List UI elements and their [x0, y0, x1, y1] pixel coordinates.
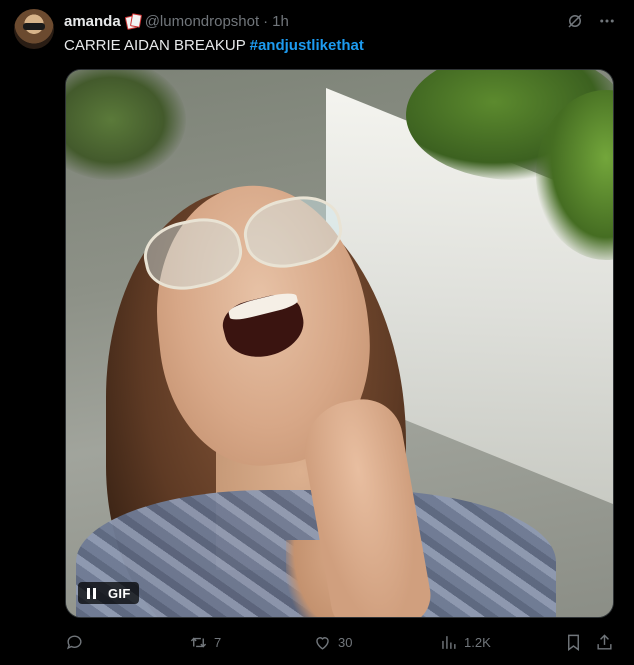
tweet-text-main: CARRIE AIDAN BREAKUP [64, 37, 246, 54]
views-bar-icon [439, 633, 458, 652]
gif-label: GIF [108, 585, 131, 601]
pause-icon[interactable] [82, 584, 100, 602]
like-button[interactable]: 30 [313, 631, 352, 653]
tweet-text: CARRIE AIDAN BREAKUP #andjustlikethat [64, 36, 364, 56]
separator-dot: · [263, 12, 269, 30]
tweet[interactable]: amanda @lumondropshot · 1h CARRIE AIDAN … [0, 0, 634, 665]
reply-icon [65, 633, 84, 652]
gif-badge: GIF [78, 582, 139, 604]
retweet-button[interactable]: 7 [189, 631, 221, 653]
more-icon[interactable] [598, 12, 616, 30]
tweet-timestamp[interactable]: 1h [272, 13, 289, 30]
retweet-count: 7 [214, 634, 222, 650]
tweet-header: amanda @lumondropshot · 1h [64, 11, 289, 31]
author-display-name[interactable]: amanda [64, 13, 121, 30]
reply-button[interactable] [65, 631, 90, 653]
heart-icon [313, 633, 332, 652]
bookmark-button[interactable] [564, 631, 583, 653]
tweet-actions-bar: 7 30 1.2K [65, 631, 619, 653]
avatar[interactable] [14, 9, 54, 49]
author-handle[interactable]: @lumondropshot [145, 13, 259, 30]
bookmark-icon [564, 633, 583, 652]
hashtag-link[interactable]: #andjustlikethat [250, 37, 364, 54]
like-count: 30 [338, 634, 353, 650]
share-icon [595, 633, 614, 652]
share-button[interactable] [595, 631, 614, 653]
playing-cards-icon [124, 13, 142, 30]
avatar-glasses [23, 23, 45, 30]
views-button[interactable]: 1.2K [439, 631, 491, 653]
tweet-media-gif[interactable]: GIF [65, 69, 614, 618]
retweet-icon [189, 633, 208, 652]
grok-icon[interactable] [566, 12, 584, 30]
views-count: 1.2K [464, 634, 491, 650]
tweet-top-actions [566, 12, 616, 30]
